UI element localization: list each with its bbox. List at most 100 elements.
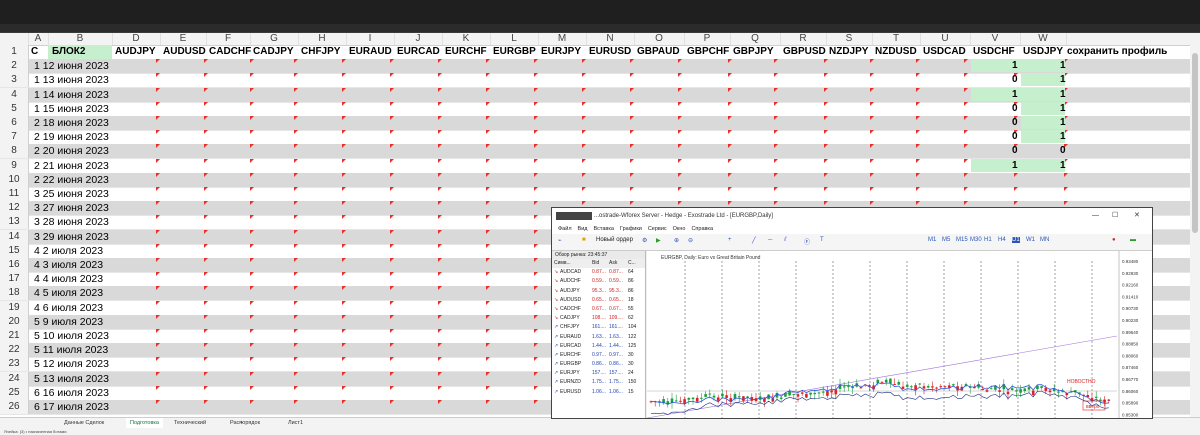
formula-bar[interactable] [0,24,1200,33]
sheet-tab[interactable]: Лист1 [284,418,307,428]
market-watch-row[interactable]: ↘ AUDJPY 95.3... 95.3... 86 [552,287,645,296]
row-number[interactable]: 7 [0,130,29,145]
date-cell[interactable]: 4 6 июля 2023 [34,301,112,315]
usdjpy-value[interactable]: 1 [1060,130,1066,144]
row-number[interactable]: 12 [0,201,29,216]
menu-item[interactable]: Окно [673,226,686,232]
pair-header[interactable]: EURGBP [493,45,536,59]
row-number[interactable]: 24 [0,371,29,386]
market-watch-row[interactable]: ↘ CADCHF 0.67... 0.67... 55 [552,305,645,314]
line-tool-icon[interactable]: ╱ [752,237,756,244]
menu-item[interactable]: Вставка [593,226,613,232]
pair-header[interactable]: NZDUSD [875,45,917,59]
market-watch-row[interactable]: ↗ EURCHF 0.97... 0.97... 30 [552,351,645,360]
row-number[interactable]: 17 [0,272,29,287]
menu-item[interactable]: Сервис [648,226,667,232]
pair-header[interactable]: GBPJPY [733,45,774,59]
minimize-icon[interactable]: — [1092,208,1099,224]
usdjpy-value[interactable]: 1 [1060,159,1066,173]
pair-header[interactable]: AUDJPY [115,45,156,59]
pair-header[interactable]: NZDJPY [829,45,868,59]
pair-header[interactable]: CHFJPY [301,45,340,59]
crosshair-icon[interactable]: + [728,237,732,243]
date-cell[interactable]: 1 15 июня 2023 [34,102,112,116]
row-number[interactable]: 21 [0,329,29,343]
column-header[interactable]: R [780,33,827,45]
column-header[interactable]: F [206,33,251,45]
usdchf-value[interactable]: 0 [1012,144,1018,158]
usdchf-value[interactable]: 0 [1012,116,1018,130]
column-header[interactable]: N [586,33,635,45]
date-cell[interactable]: 4 3 июля 2023 [34,258,112,272]
column-header[interactable]: S [826,33,873,45]
date-cell[interactable]: 5 10 июля 2023 [34,329,112,343]
row-number[interactable]: 3 [0,73,29,88]
close-icon[interactable]: ✕ [1134,208,1140,224]
menu-item[interactable]: Файл [558,226,572,232]
vertical-scrollbar[interactable] [1190,33,1200,417]
menu-item[interactable]: Справка [691,226,713,232]
column-header[interactable]: O [634,33,685,45]
maximize-icon[interactable]: ☐ [1112,208,1118,224]
usdjpy-value[interactable]: 1 [1060,73,1066,87]
column-header[interactable]: A [28,33,49,45]
market-watch-row[interactable]: ↗ EURJPY 157.... 157.... 24 [552,369,645,378]
market-watch-row[interactable]: ↗ EURGBP 0.86... 0.86... 30 [552,360,645,369]
pair-header[interactable]: USDCAD [923,45,966,59]
add-sheet-icon[interactable]: + [236,418,247,428]
usdjpy-value[interactable]: 1 [1060,102,1066,116]
row-number[interactable]: 8 [0,144,29,159]
chart-type-icon[interactable]: ⌁ [558,237,562,244]
row-number[interactable]: 16 [0,258,29,272]
market-watch-row[interactable]: ↘ AUDUSD 0.65... 0.65... 18 [552,296,645,305]
date-cell[interactable]: 4 4 июля 2023 [34,272,112,286]
col-symbol[interactable]: Симв... [554,259,571,268]
row-number[interactable]: 18 [0,286,29,301]
channel-tool-icon[interactable]: ⫽ [784,237,787,244]
zoom-in-icon[interactable]: ⊕ [674,237,679,244]
market-watch-row[interactable]: ↗ EURNZD 1.75... 1.75... 150 [552,378,645,387]
row-number[interactable]: 10 [0,172,29,187]
row-number[interactable]: 5 [0,101,29,116]
usdchf-value[interactable]: 0 [1012,73,1018,87]
column-header[interactable]: K [442,33,491,45]
pair-header[interactable]: EURAUD [349,45,392,59]
date-cell[interactable]: 1 14 июня 2023 [34,88,112,102]
column-header[interactable]: P [684,33,731,45]
row-number[interactable]: 22 [0,343,29,358]
column-header[interactable]: M [538,33,587,45]
row-number[interactable]: 15 [0,243,29,258]
settings-icon[interactable]: ⚙ [642,237,647,244]
market-watch-row[interactable]: ↗ CHFJPY 161.... 161.... 104 [552,323,645,332]
scroll-thumb[interactable] [1192,53,1198,233]
market-watch[interactable]: Обзор рынка: 23:45:37 Симв... Bid Ask С.… [552,251,646,418]
date-cell[interactable]: 3 27 июня 2023 [34,201,112,215]
autotrading-icon[interactable]: ▶ [656,237,661,244]
usdchf-value[interactable]: 1 [1012,59,1018,73]
date-cell[interactable]: 6 17 июля 2023 [34,400,112,414]
pair-header[interactable]: EURCHF [445,45,487,59]
column-header[interactable]: U [920,33,971,45]
pair-header[interactable]: GBPAUD [637,45,680,59]
select-all[interactable] [0,33,29,45]
pair-header[interactable]: GBPCHF [687,45,729,59]
date-cell[interactable]: 5 12 июля 2023 [34,357,112,371]
market-watch-row[interactable]: ↘ AUDCHF 0.59... 0.59... 86 [552,277,645,286]
col-spread[interactable]: С... [628,259,636,268]
column-header[interactable]: D [112,33,161,45]
market-watch-row[interactable]: ↗ EURAUD 1.63... 1.63... 122 [552,333,645,342]
row-number[interactable]: 2 [0,59,29,74]
date-cell[interactable]: 4 5 июля 2023 [34,286,112,300]
usdchf-value[interactable]: 1 [1012,159,1018,173]
date-cell[interactable]: 3 29 июня 2023 [34,230,112,244]
profiles-icon[interactable]: ■ [582,237,586,243]
header-b[interactable]: БЛОК2 [52,45,85,59]
row-number[interactable]: 9 [0,158,29,173]
fibo-tool-icon[interactable]: Ⓕ [804,237,810,246]
timeframe-button[interactable]: D1 [1012,237,1020,243]
market-watch-row[interactable]: ↗ EURCAD 1.44... 1.44... 125 [552,342,645,351]
usdjpy-value[interactable]: 0 [1060,144,1066,158]
row-number[interactable]: 4 [0,87,29,102]
row-number[interactable]: 20 [0,314,29,329]
zoom-out-icon[interactable]: ⊖ [688,237,693,244]
